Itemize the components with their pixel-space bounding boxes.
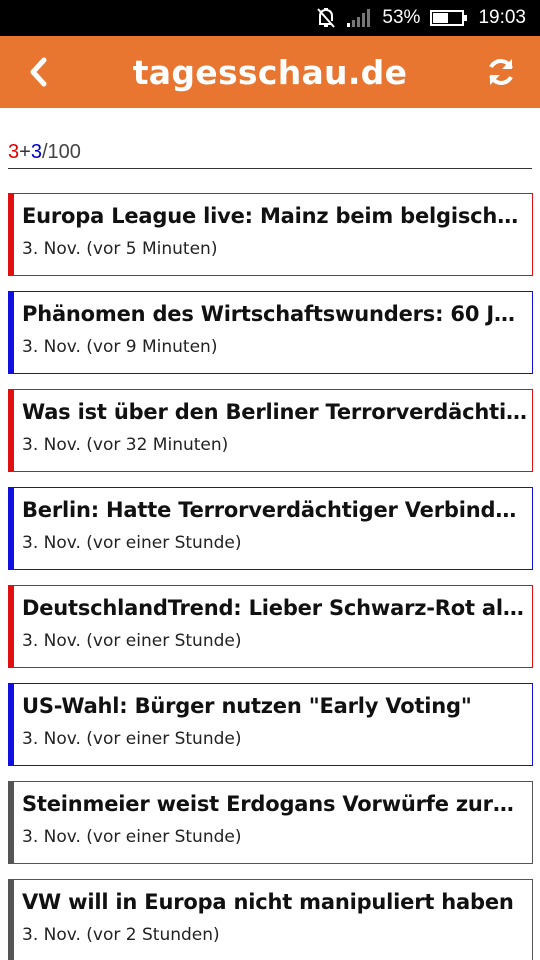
battery-percent: 53% (382, 7, 421, 28)
article-card[interactable]: Europa League live: Mainz beim belgische… (8, 193, 533, 276)
counter-blue: 3 (30, 141, 42, 163)
article-date: 3. Nov. (vor einer Stunde) (22, 729, 242, 749)
article-date: 3. Nov. (vor einer Stunde) (22, 827, 242, 847)
back-button[interactable] (20, 54, 56, 90)
article-headline: Was ist über den Berliner Terrorverdächt… (22, 400, 532, 424)
refresh-button[interactable] (482, 53, 520, 91)
article-date: 3. Nov. (vor 32 Minuten) (22, 435, 229, 455)
article-headline: Steinmeier weist Erdogans Vorwürfe zurüc… (22, 792, 532, 816)
article-card[interactable]: Phänomen des Wirtschaftswunders: 60 Jahr… (8, 291, 533, 374)
status-bar: 53% 19:03 (0, 0, 540, 36)
counter-total: /100 (41, 141, 81, 163)
app-title: tagesschau.de (132, 52, 408, 92)
article-list: Europa League live: Mainz beim belgische… (8, 193, 533, 960)
article-headline: Phänomen des Wirtschaftswunders: 60 Jahr… (22, 302, 532, 326)
article-card[interactable]: VW will in Europa nicht manipuliert habe… (8, 879, 533, 960)
article-card[interactable]: Berlin: Hatte Terrorverdächtiger Verbind… (8, 487, 533, 570)
article-date: 3. Nov. (vor 9 Minuten) (22, 337, 218, 357)
article-date: 3. Nov. (vor 2 Stunden) (22, 925, 220, 945)
article-headline: DeutschlandTrend: Lieber Schwarz-Rot als… (22, 596, 532, 620)
article-card[interactable]: DeutschlandTrend: Lieber Schwarz-Rot als… (8, 585, 533, 668)
signal-icon (346, 8, 372, 28)
article-date: 3. Nov. (vor einer Stunde) (22, 631, 242, 651)
counter-plus: + (19, 141, 31, 163)
mute-icon (316, 7, 336, 29)
article-date: 3. Nov. (vor einer Stunde) (22, 533, 242, 553)
article-card[interactable]: Steinmeier weist Erdogans Vorwürfe zurüc… (8, 781, 533, 864)
article-headline: VW will in Europa nicht manipuliert habe… (22, 890, 514, 914)
article-date: 3. Nov. (vor 5 Minuten) (22, 239, 218, 259)
refresh-icon (489, 59, 513, 85)
article-counter: 3+3/100 (8, 140, 532, 169)
clock: 19:03 (478, 7, 526, 28)
counter-red: 3 (8, 141, 20, 163)
article-card[interactable]: US-Wahl: Bürger nutzen "Early Voting" 3.… (8, 683, 533, 766)
battery-icon (430, 9, 468, 27)
article-card[interactable]: Was ist über den Berliner Terrorverdächt… (8, 389, 533, 472)
article-headline: Berlin: Hatte Terrorverdächtiger Verbind… (22, 498, 532, 522)
chevron-left-icon (30, 57, 47, 87)
article-headline: Europa League live: Mainz beim belgische… (22, 204, 532, 228)
article-headline: US-Wahl: Bürger nutzen "Early Voting" (22, 694, 472, 718)
app-bar: tagesschau.de (0, 36, 540, 108)
